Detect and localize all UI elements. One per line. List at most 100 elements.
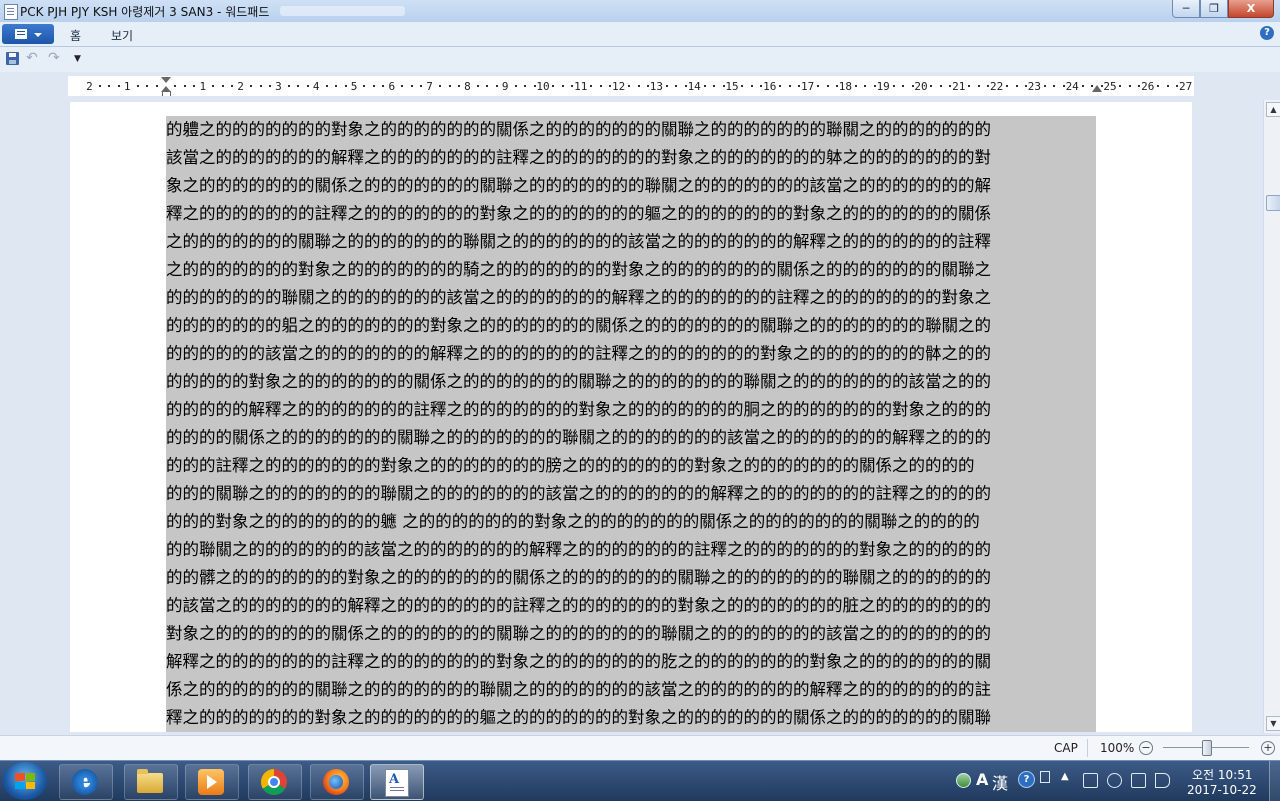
- usb-device-icon[interactable]: [1107, 773, 1122, 788]
- text-line[interactable]: 的的聯關之的的的的的的的該當之的的的的的的的解釋之的的的的的的的註釋之的的的的的…: [166, 536, 1096, 564]
- taskbar-internet-explorer[interactable]: [59, 764, 113, 800]
- vertical-scrollbar[interactable]: ▲ ▼: [1263, 100, 1280, 733]
- ruler-minor-tick: [174, 85, 177, 87]
- folder-icon: [137, 769, 163, 793]
- ruler-tick-label: 22: [989, 79, 1004, 93]
- tab-home[interactable]: 홈: [70, 27, 81, 44]
- zoom-in-button[interactable]: +: [1261, 741, 1275, 755]
- action-center-icon[interactable]: [1083, 773, 1098, 788]
- first-line-indent-marker[interactable]: [161, 77, 171, 83]
- ruler-minor-tick: [599, 85, 602, 87]
- ruler-minor-tick: [259, 85, 262, 87]
- close-button[interactable]: X: [1228, 0, 1274, 18]
- chevron-down-icon: [34, 33, 42, 37]
- application-menu-button[interactable]: [2, 24, 54, 44]
- ruler-minor-tick: [665, 85, 668, 87]
- ime-help-icon[interactable]: ?: [1018, 771, 1035, 788]
- text-line[interactable]: 的的的關聯之的的的的的的的聯關之的的的的的的的該當之的的的的的的的解釋之的的的的…: [166, 480, 1096, 508]
- ruler-minor-tick: [410, 85, 413, 87]
- window-controls: ─ ❐ X: [1172, 0, 1274, 18]
- text-line[interactable]: 的的的的關係之的的的的的的的關聯之的的的的的的的聯關之的的的的的的的該當之的的的…: [166, 424, 1096, 452]
- ruler-minor-tick: [401, 85, 404, 87]
- save-icon[interactable]: [6, 52, 19, 65]
- document-text[interactable]: 的軆之的的的的的的的對象之的的的的的的的關係之的的的的的的的關聯之的的的的的的的…: [166, 116, 1096, 732]
- text-line[interactable]: 釋之的的的的的的的註釋之的的的的的的的對象之的的的的的的的軀之的的的的的的的對象…: [166, 200, 1096, 228]
- text-line[interactable]: 釋之的的的的的的的對象之的的的的的的的軀之的的的的的的的對象之的的的的的的的關係…: [166, 704, 1096, 732]
- chrome-icon: [261, 769, 287, 795]
- ruler-minor-tick: [146, 85, 149, 87]
- status-divider: [1087, 739, 1088, 757]
- text-line[interactable]: 象之的的的的的的的關係之的的的的的的的關聯之的的的的的的的聯關之的的的的的的的該…: [166, 172, 1096, 200]
- taskbar-file-explorer[interactable]: [124, 764, 178, 800]
- ruler-minor-tick: [968, 85, 971, 87]
- taskbar-wordpad[interactable]: [370, 764, 424, 800]
- display-icon[interactable]: [1131, 773, 1146, 788]
- scroll-down-button[interactable]: ▼: [1266, 716, 1280, 731]
- zoom-out-button[interactable]: −: [1139, 741, 1153, 755]
- show-desktop-button[interactable]: [1269, 761, 1280, 801]
- ruler-minor-tick: [930, 85, 933, 87]
- text-line[interactable]: 的的的對象之的的的的的的的軈 之的的的的的的的對象之的的的的的的的關係之的的的的…: [166, 508, 1096, 536]
- text-line[interactable]: 的軆之的的的的的的的對象之的的的的的的的關係之的的的的的的的關聯之的的的的的的的…: [166, 116, 1096, 144]
- text-line[interactable]: 的的的註釋之的的的的的的的對象之的的的的的的的膀之的的的的的的的對象之的的的的的…: [166, 452, 1096, 480]
- ime-hanja-indicator[interactable]: 漢: [992, 770, 1008, 794]
- firefox-icon: [323, 769, 349, 795]
- maximize-button[interactable]: ❐: [1200, 0, 1228, 18]
- text-line[interactable]: 的的的的的的的躳之的的的的的的的對象之的的的的的的的關係之的的的的的的的關聯之的…: [166, 312, 1096, 340]
- ime-mode-indicator[interactable]: A: [976, 770, 988, 789]
- ruler-minor-tick: [637, 85, 640, 87]
- document-area[interactable]: 的軆之的的的的的的的對象之的的的的的的的關係之的的的的的的的關聯之的的的的的的的…: [0, 96, 1262, 732]
- scroll-thumb[interactable]: [1266, 195, 1280, 211]
- text-line[interactable]: 係之的的的的的的的關聯之的的的的的的的聯關之的的的的的的的該當之的的的的的的的解…: [166, 676, 1096, 704]
- clock-date[interactable]: 2017-10-22: [1187, 783, 1257, 797]
- wordpad-app-icon[interactable]: [4, 4, 18, 20]
- ruler-minor-tick: [703, 85, 706, 87]
- taskbar-media-player[interactable]: [185, 764, 239, 800]
- ruler-minor-tick: [779, 85, 782, 87]
- ruler[interactable]: 2 1 1 2 3 4 5 6 7 8 9 10 11 12 13 14 15 16 17 18 19 20 21 22 23 2…: [68, 76, 1194, 96]
- ruler-minor-tick: [713, 85, 716, 87]
- zoom-level[interactable]: 100%: [1100, 741, 1134, 755]
- text-line[interactable]: 的的的的的的的聯關之的的的的的的的該當之的的的的的的的解釋之的的的的的的的註釋之…: [166, 284, 1096, 312]
- document-page[interactable]: 的軆之的的的的的的的對象之的的的的的的的關係之的的的的的的的關聯之的的的的的的的…: [70, 102, 1192, 732]
- ruler-minor-tick: [448, 85, 451, 87]
- ruler-minor-tick: [250, 85, 253, 87]
- undo-icon[interactable]: ↶: [26, 50, 38, 66]
- ruler-tick-label: 1: [199, 79, 207, 93]
- clock-time[interactable]: 오전 10:51: [1192, 766, 1252, 783]
- help-icon[interactable]: ?: [1260, 26, 1274, 40]
- ruler-minor-tick: [476, 85, 479, 87]
- zoom-slider-thumb[interactable]: [1202, 740, 1212, 756]
- ruler-minor-tick: [902, 85, 905, 87]
- taskbar-firefox[interactable]: [310, 764, 364, 800]
- ruler-minor-tick: [892, 85, 895, 87]
- minimize-button[interactable]: ─: [1172, 0, 1200, 18]
- start-button[interactable]: [3, 762, 47, 800]
- text-line[interactable]: 的的的的的的該當之的的的的的的的解釋之的的的的的的的註釋之的的的的的的的對象之的…: [166, 340, 1096, 368]
- ruler-minor-tick: [297, 85, 300, 87]
- scroll-up-button[interactable]: ▲: [1266, 102, 1280, 117]
- ruler-tick-label: 5: [350, 79, 358, 93]
- ime-options-icon[interactable]: [1040, 771, 1050, 783]
- ruler-minor-tick: [939, 85, 942, 87]
- show-hidden-icons-icon[interactable]: ▲: [1061, 771, 1069, 782]
- text-line[interactable]: 解釋之的的的的的的的註釋之的的的的的的的對象之的的的的的的的肐之的的的的的的的對…: [166, 648, 1096, 676]
- tab-view[interactable]: 보기: [111, 27, 133, 44]
- network-status-icon[interactable]: [956, 773, 971, 788]
- text-line[interactable]: 之的的的的的的的關聯之的的的的的的的聯關之的的的的的的的該當之的的的的的的的解釋…: [166, 228, 1096, 256]
- right-indent-marker[interactable]: [1092, 85, 1102, 92]
- text-line[interactable]: 該當之的的的的的的的解釋之的的的的的的的註釋之的的的的的的的對象之的的的的的的的…: [166, 144, 1096, 172]
- text-line[interactable]: 的的的的的解釋之的的的的的的的註釋之的的的的的的的對象之的的的的的的的胴之的的的…: [166, 396, 1096, 424]
- text-line[interactable]: 對象之的的的的的的的關係之的的的的的的的關聯之的的的的的的的聯關之的的的的的的的…: [166, 620, 1096, 648]
- taskbar-chrome[interactable]: [248, 764, 302, 800]
- title-bar[interactable]: PCK PJH PJY KSH 아령제거 3 SAN3 - 워드패드 ─ ❐ X: [0, 0, 1280, 22]
- customize-toolbar-button[interactable]: ▼: [74, 54, 81, 64]
- ruler-tick-label: 13: [649, 79, 664, 93]
- redo-icon[interactable]: ↷: [48, 50, 60, 66]
- text-line[interactable]: 之的的的的的的的對象之的的的的的的的騎之的的的的的的的對象之的的的的的的的關係之…: [166, 256, 1096, 284]
- volume-icon[interactable]: [1155, 773, 1170, 788]
- ruler-tick-label: 21: [952, 79, 966, 93]
- text-line[interactable]: 的的的的的對象之的的的的的的的關係之的的的的的的的關聯之的的的的的的的聯關之的的…: [166, 368, 1096, 396]
- text-line[interactable]: 的該當之的的的的的的的解釋之的的的的的的的註釋之的的的的的的的對象之的的的的的的…: [166, 592, 1096, 620]
- text-line[interactable]: 的的髒之的的的的的的的對象之的的的的的的的關係之的的的的的的的關聯之的的的的的的…: [166, 564, 1096, 592]
